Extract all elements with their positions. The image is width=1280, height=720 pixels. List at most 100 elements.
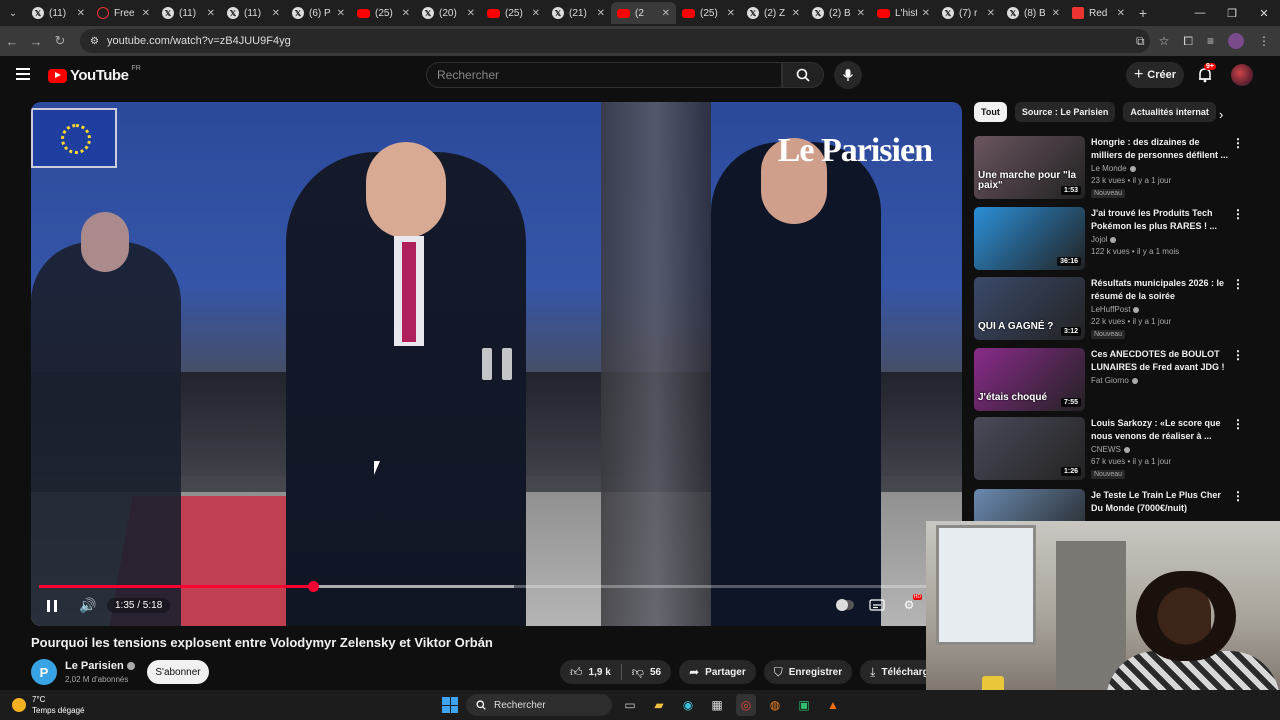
forward-icon[interactable]: →	[24, 34, 48, 49]
reload-icon[interactable]: ↻	[48, 33, 72, 49]
close-tab-icon[interactable]: ✕	[1052, 8, 1060, 19]
channel-avatar[interactable]: P	[31, 659, 57, 685]
recommendation-thumbnail[interactable]: 36:16	[974, 207, 1085, 270]
browser-tab[interactable]: 𝕏 (7) r ✕	[936, 2, 1001, 24]
extensions-icon[interactable]: ⧠	[1183, 34, 1193, 49]
recommendation-thumbnail[interactable]: Une marche pour "la paix" 1:53	[974, 136, 1085, 199]
browser-tab[interactable]: Free ✕	[91, 2, 156, 24]
recommendation-channel[interactable]: Jojol	[1091, 235, 1107, 244]
search-button[interactable]	[782, 62, 824, 88]
more-options-icon[interactable]: ⋮	[1232, 207, 1244, 221]
xbox-icon[interactable]: ▣	[794, 694, 814, 716]
browser-tab[interactable]: (25) ✕	[676, 2, 741, 24]
save-button[interactable]: ⛉ Enregistrer	[763, 660, 853, 684]
close-tab-icon[interactable]: ✕	[77, 8, 85, 19]
recommendation-channel[interactable]: Le Monde	[1091, 164, 1127, 173]
profile-avatar[interactable]	[1228, 33, 1244, 49]
progress-scrubber[interactable]	[307, 581, 319, 592]
more-options-icon[interactable]: ⋮	[1232, 417, 1244, 431]
more-options-icon[interactable]: ⋮	[1232, 348, 1244, 362]
volume-icon[interactable]: 🔊	[79, 597, 96, 614]
filter-chip[interactable]: Source : Le Parisien	[1014, 102, 1116, 122]
subscribe-button[interactable]: S'abonner	[147, 660, 209, 684]
chevron-right-icon[interactable]: ›	[1219, 107, 1223, 122]
edge-icon[interactable]: ◉	[678, 694, 698, 716]
browser-tab[interactable]: 𝕏 (20) ✕	[416, 2, 481, 24]
close-tab-icon[interactable]: ✕	[922, 8, 930, 19]
recommendation-item[interactable]: 1:26 Louis Sarkozy : «Le score que nous v…	[974, 417, 1264, 483]
share-button[interactable]: ➦ Partager	[679, 660, 756, 684]
browser-tab[interactable]: 𝕏 (8) B ✕	[1001, 2, 1066, 24]
browser-tab[interactable]: 𝕏 (21) ✕	[546, 2, 611, 24]
weather-widget[interactable]: 7°C Temps dégagé	[12, 694, 84, 716]
dislike-button[interactable]: 👎︎ 56	[622, 660, 671, 684]
task-view-icon[interactable]: ▭	[620, 694, 640, 716]
autoplay-toggle[interactable]	[836, 596, 854, 614]
close-tab-icon[interactable]: ✕	[532, 8, 540, 19]
back-icon[interactable]: ←	[0, 34, 24, 49]
menu-icon[interactable]	[16, 68, 30, 80]
browser-tab[interactable]: 𝕏 (11) ✕	[156, 2, 221, 24]
close-tab-icon[interactable]: ✕	[402, 8, 410, 19]
recommendation-item[interactable]: Une marche pour "la paix" 1:53 Hongrie : d…	[974, 136, 1264, 202]
browser-tab[interactable]: 𝕏 (2) B ✕	[806, 2, 871, 24]
filter-chip[interactable]: Tout	[974, 102, 1007, 122]
like-button[interactable]: 👍︎ 1,9 k	[560, 660, 621, 684]
close-tab-icon[interactable]: ✕	[727, 8, 735, 19]
recommendation-channel[interactable]: Fat Giorno	[1091, 376, 1129, 385]
close-tab-icon[interactable]: ✕	[597, 8, 605, 19]
recommendation-channel[interactable]: LeHuffPost	[1091, 305, 1130, 314]
close-tab-icon[interactable]: ✕	[337, 8, 345, 19]
close-tab-icon[interactable]: ✕	[662, 8, 670, 19]
browser-tab[interactable]: (2 ✕	[611, 2, 676, 24]
close-tab-icon[interactable]: ✕	[1117, 8, 1125, 19]
video-player[interactable]: Le Parisien 🔊 1:35 / 5:18 ⚙ HD	[31, 102, 962, 626]
file-explorer-icon[interactable]: ▰	[649, 694, 669, 716]
center-pause-icon[interactable]	[482, 348, 512, 380]
recommendation-thumbnail[interactable]: QUI A GAGNÉ ? 3:12	[974, 277, 1085, 340]
recommendation-item[interactable]: 36:16 J'ai trouvé les Produits Tech Pokém…	[974, 207, 1264, 273]
close-tab-icon[interactable]: ✕	[207, 8, 215, 19]
close-tab-icon[interactable]: ✕	[467, 8, 475, 19]
chrome-icon[interactable]: ◎	[736, 694, 756, 716]
browser-tab[interactable]: 𝕏 (11) ✕	[26, 2, 91, 24]
tab-groups-icon[interactable]: ≡	[1207, 34, 1214, 48]
bookmark-star-icon[interactable]: ☆	[1159, 34, 1170, 48]
recommendation-thumbnail[interactable]: 1:26	[974, 417, 1085, 480]
close-window-icon[interactable]: ✕	[1248, 0, 1280, 26]
install-app-icon[interactable]: ⧉	[1136, 34, 1145, 49]
recommendation-title[interactable]: Louis Sarkozy : «Le score que nous venon…	[1091, 417, 1231, 443]
voice-search-button[interactable]	[834, 61, 862, 89]
url-field[interactable]: ⚙ youtube.com/watch?v=zB4JUU9F4yg	[80, 29, 1150, 53]
browser-tab[interactable]: 𝕏 (11) ✕	[221, 2, 286, 24]
more-options-icon[interactable]: ⋮	[1232, 489, 1244, 503]
browser-tab[interactable]: 𝕏 (2) Z ✕	[741, 2, 806, 24]
recommendation-item[interactable]: QUI A GAGNÉ ? 3:12 Résultats municipales 2…	[974, 277, 1264, 343]
recommendation-item[interactable]: J'étais choqué 7:55 Ces ANECDOTES de BOULO…	[974, 348, 1264, 414]
recommendation-title[interactable]: Je Teste Le Train Le Plus Cher Du Monde …	[1091, 489, 1231, 515]
windows-start-icon[interactable]	[442, 697, 458, 713]
maximize-icon[interactable]: ❐	[1216, 0, 1248, 26]
channel-name-row[interactable]: Le Parisien	[65, 660, 135, 672]
browser-tab[interactable]: (25) ✕	[351, 2, 416, 24]
tab-search-button[interactable]: ⌄	[0, 0, 26, 26]
browser-tab[interactable]: 𝕏 (6) P ✕	[286, 2, 351, 24]
recommendation-title[interactable]: Résultats municipales 2026 : le résumé d…	[1091, 277, 1231, 303]
recommendation-channel[interactable]: CNEWS	[1091, 445, 1121, 454]
minimize-icon[interactable]: —	[1184, 0, 1216, 26]
close-tab-icon[interactable]: ✕	[272, 8, 280, 19]
account-avatar[interactable]	[1231, 64, 1253, 86]
channel-name[interactable]: Le Parisien	[65, 660, 124, 672]
close-tab-icon[interactable]: ✕	[792, 8, 800, 19]
new-tab-button[interactable]: +	[1131, 5, 1155, 21]
browser-menu-icon[interactable]: ⋮	[1258, 34, 1270, 48]
firefox-icon[interactable]: ◍	[765, 694, 785, 716]
pause-button[interactable]	[47, 600, 57, 612]
settings-gear-icon[interactable]: ⚙ HD	[900, 594, 922, 614]
browser-tab[interactable]: Red ✕	[1066, 2, 1131, 24]
search-input[interactable]: Rechercher	[426, 62, 782, 88]
youtube-logo[interactable]: YouTube FR	[48, 65, 141, 84]
filter-chip[interactable]: Actualités internat	[1123, 102, 1216, 122]
close-tab-icon[interactable]: ✕	[987, 8, 995, 19]
site-info-icon[interactable]: ⚙	[90, 36, 99, 47]
